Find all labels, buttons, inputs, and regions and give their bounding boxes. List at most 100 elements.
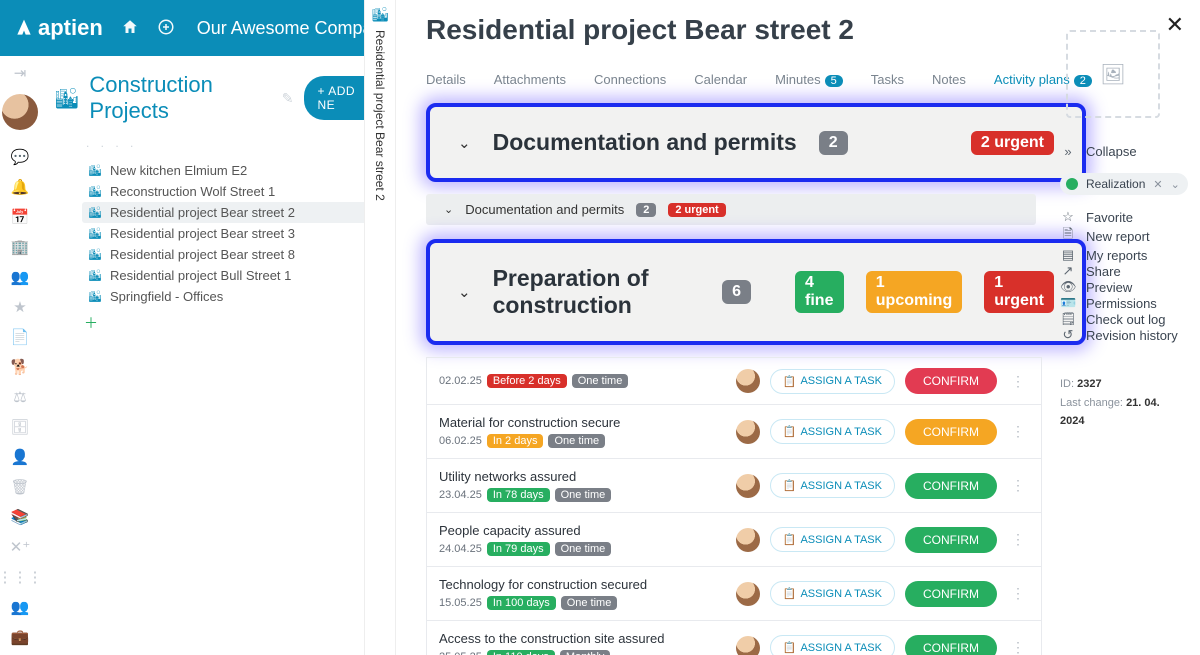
rail-legal-icon[interactable]: ⚖ xyxy=(13,388,26,406)
group-documentation-permits[interactable]: ⌄ Documentation and permits 2 2 urgent xyxy=(426,103,1086,182)
assign-task-button[interactable]: 📋ASSIGN A TASK xyxy=(770,419,895,444)
right-action-permissions[interactable]: 🪪Permissions xyxy=(1060,295,1186,311)
add-project-button[interactable]: ＋ xyxy=(82,307,389,333)
confirm-button[interactable]: CONFIRM xyxy=(905,527,997,553)
assignee-avatar[interactable] xyxy=(736,528,760,552)
rail-team-icon[interactable]: 👥 xyxy=(11,598,30,616)
chevron-down-icon[interactable]: ⌄ xyxy=(1171,178,1180,191)
assign-icon: 📋 xyxy=(783,479,797,492)
group-echo-row[interactable]: ⌄ Documentation and permits 2 2 urgent xyxy=(426,194,1036,225)
edit-title-icon[interactable]: ✎ xyxy=(282,90,294,107)
right-action-check-out-log[interactable]: 🗒Check out log xyxy=(1060,311,1186,327)
right-action-new-report[interactable]: 🗎New report xyxy=(1060,225,1186,247)
right-action-favorite[interactable]: ☆Favorite xyxy=(1060,209,1186,225)
tab-minutes[interactable]: Minutes5 xyxy=(775,72,843,87)
user-avatar[interactable] xyxy=(2,94,38,130)
brand-text: aptien xyxy=(38,15,103,41)
tab-details[interactable]: Details xyxy=(426,72,466,87)
row-more-icon[interactable]: ⋮ xyxy=(1007,531,1029,548)
icon-rail: ⇥ 💬 🔔 📅 🏢 👥 ★ 📄 🐕 ⚖ 🗄 👤 🗑 📚 ✕⁺ ⋮⋮⋮ 👥 💼 xyxy=(0,56,40,655)
rail-chat-icon[interactable]: 💬 xyxy=(11,148,30,166)
row-more-icon[interactable]: ⋮ xyxy=(1007,423,1029,440)
assignee-avatar[interactable] xyxy=(736,474,760,498)
assignee-avatar[interactable] xyxy=(736,369,760,393)
rail-asset-icon[interactable]: 🐕 xyxy=(11,358,30,376)
rail-bell-icon[interactable]: 🔔 xyxy=(11,178,30,196)
tab-attachments[interactable]: Attachments xyxy=(494,72,566,87)
rail-doc-icon[interactable]: 📄 xyxy=(11,328,30,346)
tab-connections[interactable]: Connections xyxy=(594,72,666,87)
rail-trash-icon[interactable]: 🗑 xyxy=(10,478,29,496)
confirm-button[interactable]: CONFIRM xyxy=(905,419,997,445)
rail-enter-icon[interactable]: ⇥ xyxy=(14,64,27,82)
rail-case-icon[interactable]: 💼 xyxy=(11,628,30,646)
project-item[interactable]: 🏙Residential project Bear street 3 xyxy=(82,223,389,244)
assignee-avatar[interactable] xyxy=(736,636,760,655)
project-icon: 🏙 xyxy=(88,248,102,261)
assignee-avatar[interactable] xyxy=(736,582,760,606)
brand-logo[interactable]: aptien xyxy=(14,15,103,41)
project-item[interactable]: 🏙Reconstruction Wolf Street 1 xyxy=(82,181,389,202)
vertical-record-tab[interactable]: 🏙 Residential project Bear street 2 xyxy=(364,0,396,655)
confirm-button[interactable]: CONFIRM xyxy=(905,473,997,499)
status-chip[interactable]: Realization ✕ ⌄ xyxy=(1060,173,1188,195)
activity-title: People capacity assured xyxy=(439,523,726,538)
add-icon[interactable] xyxy=(157,18,175,39)
activity-date: 23.04.25 xyxy=(439,489,482,501)
project-item[interactable]: 🏙Residential project Bear street 2 xyxy=(82,202,389,223)
right-action-icon: ☆ xyxy=(1060,209,1076,225)
assignee-avatar[interactable] xyxy=(736,420,760,444)
activity-status-chip: In 79 days xyxy=(487,542,550,556)
right-action-my-reports[interactable]: ▤My reports xyxy=(1060,247,1186,263)
activity-row: Utility networks assured23.04.25In 78 da… xyxy=(427,459,1041,513)
group-preparation-construction[interactable]: ⌄ Preparation of construction 6 4 fine 1… xyxy=(426,239,1086,345)
right-action-share[interactable]: ↗Share xyxy=(1060,263,1186,279)
rail-org-icon[interactable]: ⋮⋮⋮ xyxy=(0,568,43,586)
tab-calendar[interactable]: Calendar xyxy=(694,72,747,87)
activity-row: 02.02.25Before 2 daysOne time📋ASSIGN A T… xyxy=(427,358,1041,405)
row-more-icon[interactable]: ⋮ xyxy=(1007,373,1029,390)
confirm-button[interactable]: CONFIRM xyxy=(905,635,997,655)
project-item[interactable]: 🏙Residential project Bear street 8 xyxy=(82,244,389,265)
right-action-preview[interactable]: 👁Preview xyxy=(1060,279,1186,295)
collapse-icon: » xyxy=(1060,144,1076,159)
image-placeholder[interactable]: 🖼 xyxy=(1066,30,1160,118)
assign-task-button[interactable]: 📋ASSIGN A TASK xyxy=(770,369,895,394)
rail-calendar-icon[interactable]: 📅 xyxy=(11,208,30,226)
company-name[interactable]: Our Awesome Company xyxy=(197,18,392,39)
assign-task-button[interactable]: 📋ASSIGN A TASK xyxy=(770,635,895,655)
assign-task-button[interactable]: 📋ASSIGN A TASK xyxy=(770,527,895,552)
group-title: Documentation and permits xyxy=(493,129,797,156)
confirm-button[interactable]: CONFIRM xyxy=(905,368,997,394)
rail-person-icon[interactable]: 👤 xyxy=(11,448,30,466)
assign-task-button[interactable]: 📋ASSIGN A TASK xyxy=(770,473,895,498)
assign-icon: 📋 xyxy=(783,375,797,388)
tab-notes[interactable]: Notes xyxy=(932,72,966,87)
collapse-button[interactable]: »Collapse xyxy=(1060,144,1186,159)
row-more-icon[interactable]: ⋮ xyxy=(1007,477,1029,494)
tab-tasks[interactable]: Tasks xyxy=(871,72,904,87)
project-label: Residential project Bull Street 1 xyxy=(110,268,291,283)
project-item[interactable]: 🏙New kitchen Elmium E2 xyxy=(82,160,389,181)
right-action-revision-history[interactable]: ↺Revision history xyxy=(1060,327,1186,343)
activity-date: 24.04.25 xyxy=(439,543,482,555)
confirm-button[interactable]: CONFIRM xyxy=(905,581,997,607)
activity-freq-chip: Monthly xyxy=(560,650,611,655)
rail-archive-icon[interactable]: 🗄 xyxy=(10,418,29,436)
project-item[interactable]: 🏙Residential project Bull Street 1 xyxy=(82,265,389,286)
rail-people-icon[interactable]: 👥 xyxy=(11,268,30,286)
rail-connect-icon[interactable]: ✕⁺ xyxy=(10,538,31,556)
activity-list: 02.02.25Before 2 daysOne time📋ASSIGN A T… xyxy=(426,357,1042,655)
status-clear-icon[interactable]: ✕ xyxy=(1153,178,1162,191)
assign-task-button[interactable]: 📋ASSIGN A TASK xyxy=(770,581,895,606)
group-fine-badge: 4 fine xyxy=(795,271,844,313)
home-icon[interactable] xyxy=(121,18,139,39)
row-more-icon[interactable]: ⋮ xyxy=(1007,585,1029,602)
close-icon[interactable]: ✕ xyxy=(1166,12,1184,38)
rail-building-icon[interactable]: 🏢 xyxy=(11,238,30,256)
project-item[interactable]: 🏙Springfield - Offices xyxy=(82,286,389,307)
row-more-icon[interactable]: ⋮ xyxy=(1007,639,1029,655)
rail-books-icon[interactable]: 📚 xyxy=(11,508,30,526)
rail-star-icon[interactable]: ★ xyxy=(13,298,26,316)
status-dot xyxy=(1066,178,1078,190)
